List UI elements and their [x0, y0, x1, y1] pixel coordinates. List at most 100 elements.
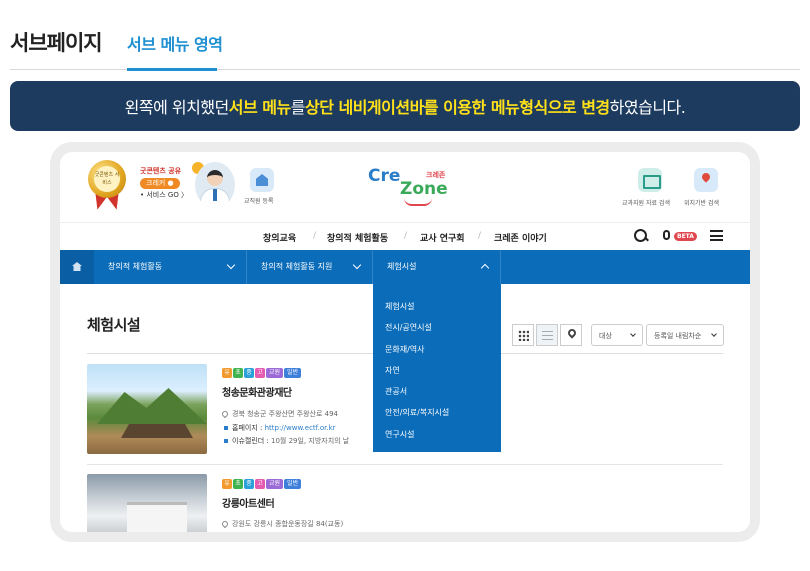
- dropdown-item[interactable]: 체험시설: [373, 296, 501, 317]
- location-icon: [220, 409, 230, 419]
- gnb-item-teacher-club[interactable]: 교사 연구회: [420, 231, 465, 244]
- curriculum-search-label[interactable]: 교과지원 자료 검색: [622, 198, 670, 207]
- dropdown-item[interactable]: 전시/공연시설: [373, 317, 501, 338]
- microphone-icon[interactable]: [663, 230, 670, 240]
- page-title: 서브페이지: [10, 31, 103, 55]
- badge-teacher: 교원: [266, 479, 284, 489]
- chevron-down-icon: [630, 331, 636, 337]
- target-badges: 유 초 중 고 교원 일반: [222, 368, 302, 379]
- medal-text: 굿콘텐츠 서비스: [94, 166, 120, 192]
- badge-kinder: 유: [222, 479, 232, 489]
- target-select[interactable]: 대상: [591, 324, 643, 346]
- global-nav: 창의교육 / 창의적 체험활동 / 교사 연구회 / 크레존 이야기 BETA: [60, 222, 750, 250]
- badge-middle: 중: [244, 368, 254, 378]
- map-view-button[interactable]: [560, 324, 582, 346]
- tablet-screen: 굿콘텐츠 서비스 굿콘텐츠 공유 크레커 ● • 서비스 GO 〉 교직원 등록…: [60, 152, 750, 532]
- facility-title[interactable]: 강릉아트센터: [222, 495, 275, 510]
- logo-korean: 크레존: [426, 171, 446, 179]
- list-icon: [542, 331, 553, 340]
- dropdown-item[interactable]: 안전/의료/복지시설: [373, 402, 501, 423]
- home-icon[interactable]: [60, 250, 94, 284]
- subnav-level2-label: 창의적 체험활동 지원: [261, 262, 333, 271]
- location-icon: [220, 519, 230, 529]
- subnav-dropdown: 체험시설 전시/공연시설 문화재/역사 자연 관공서 안전/의료/복지시설 연구…: [373, 284, 501, 452]
- gnb-item-crezone-story[interactable]: 크레존 이야기: [494, 231, 547, 244]
- beta-badge: BETA: [674, 232, 697, 241]
- search-icon[interactable]: [634, 229, 648, 243]
- facility-thumbnail[interactable]: [87, 364, 207, 454]
- logo-smile: [404, 198, 432, 206]
- subnav-level2[interactable]: 창의적 체험활동 지원: [247, 250, 373, 284]
- badge-general: 일반: [284, 479, 302, 489]
- gnb-separator: /: [478, 231, 482, 241]
- subnav-level1-label: 창의적 체험활동: [108, 262, 163, 271]
- gnb-separator: /: [313, 231, 317, 241]
- avatar-tie: [213, 189, 217, 201]
- site-header: 굿콘텐츠 서비스 굿콘텐츠 공유 크레커 ● • 서비스 GO 〉 교직원 등록…: [60, 152, 750, 222]
- tab-sub-menu-area[interactable]: 서브 메뉴 영역: [127, 31, 223, 55]
- bullet-icon: [224, 426, 228, 430]
- teacher-avatar: [195, 162, 235, 208]
- location-pin-icon[interactable]: [694, 168, 718, 192]
- chevron-down-icon: [352, 260, 362, 270]
- page-tabs: 서브페이지 서브 메뉴 영역: [10, 0, 800, 71]
- logo-zone: Zone: [400, 179, 448, 199]
- map-pin-icon: [566, 327, 578, 339]
- target-select-value: 대상: [599, 332, 612, 340]
- bullet-icon: [224, 439, 228, 443]
- banner-text-3: 하였습니다.: [609, 98, 686, 117]
- thumb-roof: [121, 424, 193, 438]
- subnav-level1[interactable]: 창의적 체험활동: [94, 250, 247, 284]
- chevron-down-icon: [711, 331, 717, 337]
- badge-teacher: 교원: [266, 368, 284, 378]
- dropdown-item[interactable]: 관공서: [373, 381, 501, 402]
- badge-high: 고: [255, 479, 265, 489]
- service-go-link[interactable]: • 서비스 GO 〉: [140, 190, 202, 201]
- sort-select[interactable]: 등록일 내림차순: [646, 324, 724, 346]
- row-divider: [87, 464, 723, 465]
- share-creker-button[interactable]: 크레커 ●: [140, 178, 180, 189]
- crezone-logo[interactable]: Cre Zone 크레존: [368, 166, 458, 206]
- book-search-icon[interactable]: [638, 168, 662, 192]
- facility-address: 강원도 강릉시 종합운동장길 84(교동): [220, 519, 343, 529]
- facility-title[interactable]: 청송문화관광재단: [222, 384, 292, 399]
- facility-thumbnail[interactable]: [87, 474, 207, 532]
- badge-high: 고: [255, 368, 265, 378]
- banner-text-2: 를: [290, 98, 306, 117]
- homepage-link[interactable]: http://www.ectf.or.kr: [265, 424, 336, 432]
- dropdown-item[interactable]: 자연: [373, 360, 501, 381]
- sub-nav-bar: 창의적 체험활동 창의적 체험활동 지원 체험시설: [60, 250, 750, 284]
- subnav-level3[interactable]: 체험시설: [373, 250, 501, 284]
- gnb-item-experience[interactable]: 창의적 체험활동: [327, 231, 388, 244]
- avatar-head: [207, 170, 223, 186]
- sort-select-value: 등록일 내림차순: [654, 332, 702, 340]
- badge-elementary: 초: [233, 368, 243, 378]
- facility-issue: 이슈캘린더 : 10월 29일, 지방자치의 날: [224, 436, 349, 446]
- tab-active-underline: [127, 68, 217, 71]
- teacher-register-label[interactable]: 교직원 등록: [244, 196, 274, 205]
- chevron-up-icon: [480, 263, 490, 273]
- badge-general: 일반: [284, 368, 302, 378]
- teacher-register-icon[interactable]: [250, 168, 274, 192]
- facility-address-text: 경북 청송군 주왕산면 주왕산로 494: [232, 410, 338, 418]
- gnb-separator: /: [404, 231, 408, 241]
- banner-highlight-1: 서브 메뉴: [228, 98, 291, 117]
- list-view-button[interactable]: [536, 324, 558, 346]
- hamburger-menu-icon[interactable]: [710, 230, 723, 241]
- chevron-down-icon: [226, 260, 236, 270]
- location-search-label[interactable]: 위치기반 검색: [684, 198, 719, 207]
- dropdown-item[interactable]: 연구시설: [373, 424, 501, 445]
- issue-text: 10월 29일, 지방자치의 날: [271, 437, 350, 445]
- info-banner: 왼쪽에 위치했던 서브 메뉴 를 상단 네비게이션바를 이용한 메뉴형식으로 변경…: [10, 81, 800, 131]
- badge-kinder: 유: [222, 368, 232, 378]
- thumb-mountain: [97, 388, 207, 424]
- grid-view-button[interactable]: [512, 324, 534, 346]
- medal-icon[interactable]: 굿콘텐츠 서비스: [86, 160, 128, 212]
- content-title: 체험시설: [87, 316, 141, 334]
- target-badges: 유 초 중 고 교원 일반: [222, 479, 302, 490]
- gnb-item-creative-edu[interactable]: 창의교육: [263, 231, 296, 244]
- dropdown-item[interactable]: 문화재/역사: [373, 339, 501, 360]
- homepage-label: 홈페이지 :: [232, 424, 265, 432]
- facility-homepage: 홈페이지 : http://www.ectf.or.kr: [224, 423, 336, 433]
- issue-label: 이슈캘린더 :: [232, 437, 272, 445]
